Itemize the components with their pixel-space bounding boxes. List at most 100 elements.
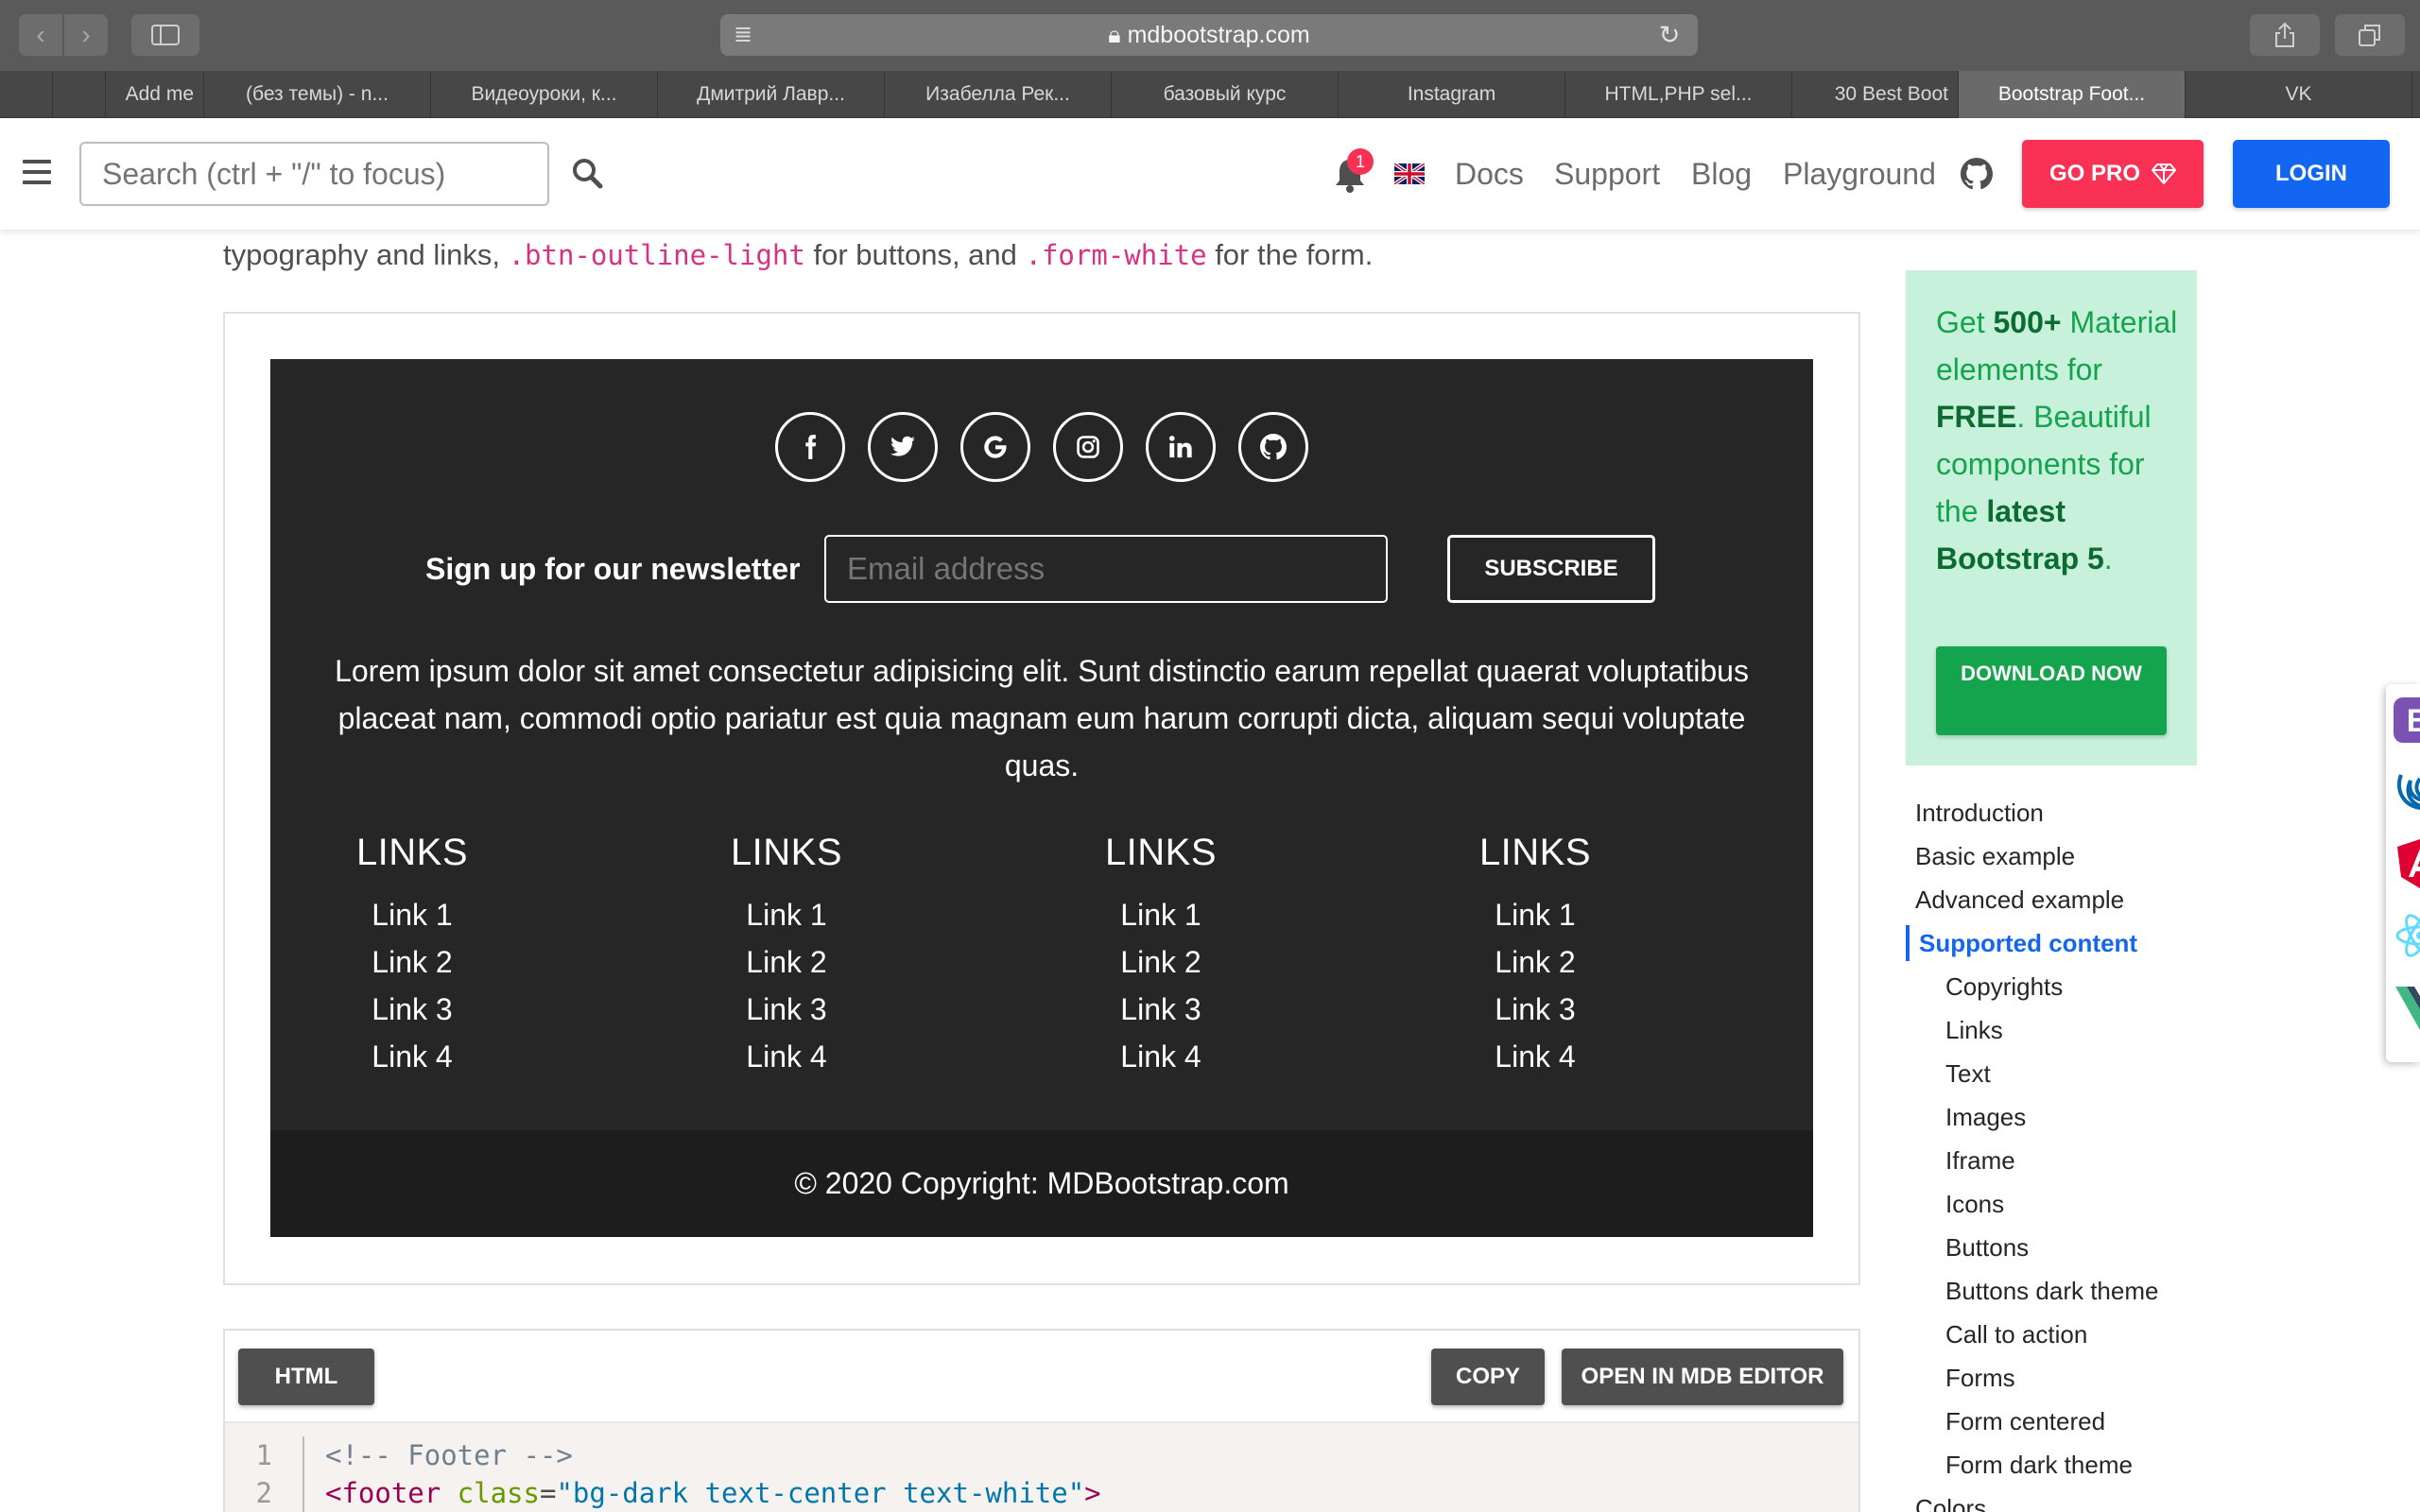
links-heading: LINKS [1104,832,1218,873]
browser-tab[interactable]: Add me [106,71,204,118]
footer-link[interactable]: Link 1 [1019,891,1303,938]
toc-item[interactable]: Iframe [1945,1143,2015,1177]
promo-text: Get 500+ Material elements for FREE. Bea… [1936,305,2178,576]
github-button[interactable] [1238,412,1308,482]
back-button[interactable]: ‹ [19,14,62,56]
subscribe-button[interactable]: SUBSCRIBE [1447,535,1655,603]
browser-tab[interactable]: Дмитрий Лавр... [658,71,885,118]
footer-link[interactable]: Link 3 [1019,986,1303,1033]
facebook-button[interactable] [775,412,845,482]
nav-link-docs[interactable]: Docs [1455,154,1524,194]
url-label: mdbootstrap.com [1127,22,1310,48]
site-navbar: 1 Docs Support Blog Playground GO PRO LO… [0,118,2420,230]
twitter-button[interactable] [868,412,938,482]
open-in-editor-button[interactable]: OPEN IN MDB EDITOR [1562,1349,1843,1405]
toc-item[interactable]: Copyrights [1945,970,2063,1004]
bootstrap-icon[interactable]: B [2392,692,2420,748]
toc-item[interactable]: Links [1945,1013,2003,1047]
links-column: LINKS Link 1 Link 2 Link 3 Link 4 [645,832,928,1080]
menu-icon[interactable] [23,160,51,184]
line-number: 2 [255,1477,272,1509]
browser-tab[interactable]: Instagram [1339,71,1565,118]
newsletter-label: Sign up for our newsletter [425,552,801,586]
toc-item[interactable]: Supported content [1919,926,2137,960]
nav-link-blog[interactable]: Blog [1691,154,1752,194]
browser-tab[interactable]: Видеоуроки, к... [431,71,658,118]
show-tabs-button[interactable] [2335,14,2405,56]
footer-link[interactable]: Link 3 [1393,986,1677,1033]
footer-link[interactable]: Link 1 [645,891,928,938]
react-icon[interactable] [2392,907,2420,964]
tab-html[interactable]: HTML [238,1349,374,1405]
browser-tab[interactable]: 30 Best Boot [1792,71,1959,118]
jquery-icon[interactable] [2392,764,2420,820]
toc-item[interactable]: Form centered [1945,1404,2105,1438]
links-column: LINKS Link 1 Link 2 Link 3 Link 4 [1019,832,1303,1080]
promo-banner: Get 500+ Material elements for FREE. Bea… [1906,270,2197,765]
google-button[interactable] [960,412,1030,482]
nav-link-playground[interactable]: Playground [1783,154,1936,194]
browser-tab[interactable] [0,71,53,118]
toc-item[interactable]: Text [1945,1057,1991,1091]
toc-item[interactable]: Forms [1945,1361,2015,1395]
toc-item[interactable]: Advanced example [1915,883,2124,917]
browser-tab[interactable]: (без темы) - n... [204,71,431,118]
search-icon[interactable] [570,156,604,190]
toc-item[interactable]: Buttons [1945,1230,2029,1264]
twitter-icon [890,436,915,456]
github-icon[interactable] [1961,158,1993,190]
footer-link[interactable]: Link 2 [1393,938,1677,986]
browser-tab[interactable]: Bootstrap Foot... [1959,71,2186,118]
footer-link[interactable]: Link 4 [645,1033,928,1080]
browser-tab[interactable]: Изабелла Рек... [885,71,1112,118]
tabs-overview-icon [2359,25,2380,46]
nav-link-support[interactable]: Support [1554,154,1660,194]
login-button[interactable]: LOGIN [2233,140,2390,208]
toc-item[interactable]: Icons [1945,1187,2004,1221]
line-number-separator [302,1436,304,1512]
footer-link[interactable]: Link 1 [270,891,554,938]
footer-link[interactable]: Link 4 [270,1033,554,1080]
toc-item[interactable]: Images [1945,1100,2026,1134]
search-input[interactable] [79,142,549,206]
footer-link[interactable]: Link 2 [1019,938,1303,986]
footer-link[interactable]: Link 1 [1393,891,1677,938]
new-tab-button[interactable]: + [2412,71,2420,118]
toc-item[interactable]: Call to action [1945,1317,2087,1351]
browser-tab[interactable]: HTML,PHP sel... [1565,71,1792,118]
code-area[interactable]: 1 <!-- Footer --> 2 <footer class="bg-da… [225,1423,1858,1512]
vue-icon[interactable] [2392,979,2420,1036]
email-input[interactable] [824,535,1388,603]
toc-item[interactable]: Buttons dark theme [1945,1274,2158,1308]
forward-button[interactable]: › [64,14,108,56]
line-number: 1 [255,1439,272,1471]
linkedin-button[interactable] [1146,412,1216,482]
browser-tab[interactable] [53,71,106,118]
sidebar-toggle-button[interactable] [131,14,199,56]
toc-item[interactable]: Introduction [1915,796,2044,830]
browser-tab[interactable]: базовый курс [1112,71,1339,118]
toc-item[interactable]: Colors [1915,1491,1986,1512]
toc-item[interactable]: Basic example [1915,839,2075,873]
uk-flag-icon[interactable] [1394,163,1425,184]
footer-link[interactable]: Link 4 [1393,1033,1677,1080]
footer-link[interactable]: Link 2 [270,938,554,986]
address-bar[interactable]: ≣ 🔒︎ mdbootstrap.com ↻ [720,14,1698,56]
social-buttons [270,412,1813,482]
footer-link[interactable]: Link 4 [1019,1033,1303,1080]
reload-icon[interactable]: ↻ [1654,20,1685,50]
toc-item[interactable]: Form dark theme [1945,1448,2133,1482]
footer-link[interactable]: Link 3 [645,986,928,1033]
sidebar-icon [151,25,180,45]
chevron-right-icon: › [81,20,91,49]
footer-link[interactable]: Link 2 [645,938,928,986]
instagram-button[interactable] [1053,412,1123,482]
footer-link[interactable]: Link 3 [270,986,554,1033]
browser-tab[interactable]: VK [2186,71,2412,118]
copy-button[interactable]: COPY [1431,1349,1545,1405]
angular-icon[interactable] [2392,835,2420,892]
download-now-button[interactable]: DOWNLOAD NOW [1936,646,2167,735]
share-button[interactable] [2250,14,2320,56]
go-pro-button[interactable]: GO PRO [2022,140,2204,208]
code-snippet-panel: HTML COPY OPEN IN MDB EDITOR 1 <!-- Foot… [223,1329,1860,1512]
